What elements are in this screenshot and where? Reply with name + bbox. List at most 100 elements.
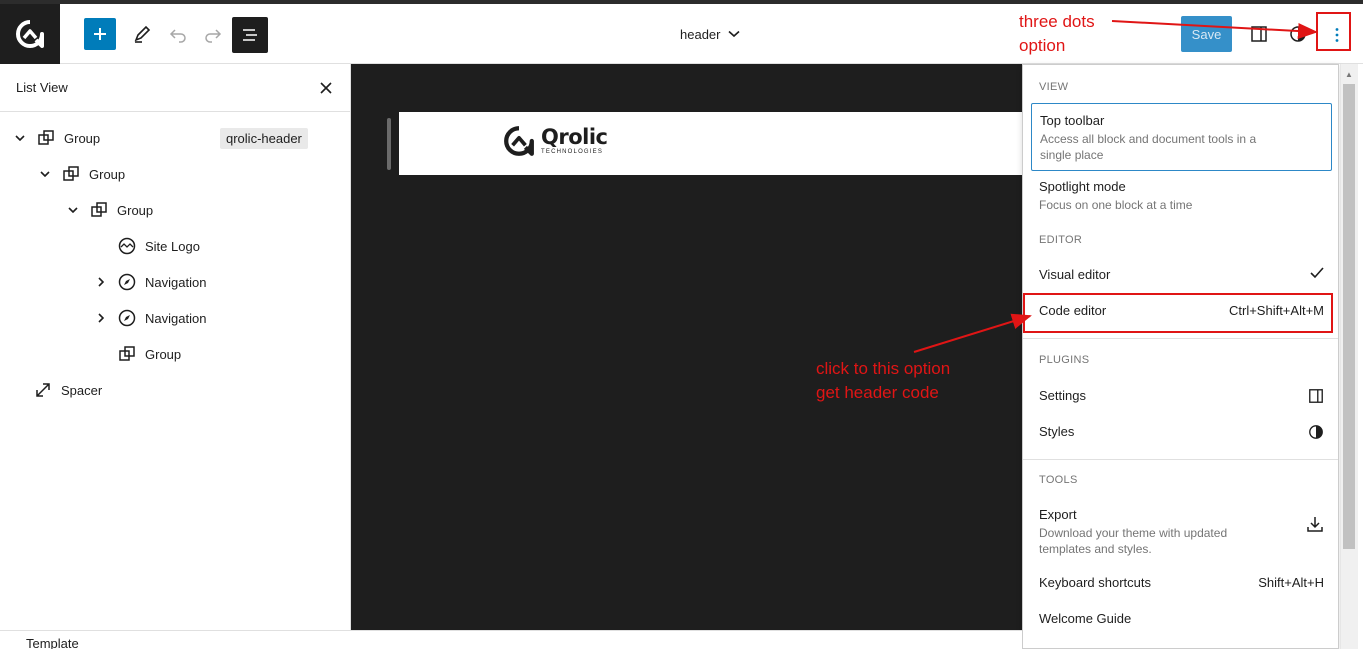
editor-canvas: Qrolic TECHNOLOGIES <box>351 64 1023 630</box>
menu-divider <box>1023 338 1338 339</box>
chevron-right-icon[interactable] <box>93 277 109 287</box>
save-button[interactable]: Save <box>1181 16 1232 52</box>
list-view-item-navigation-1[interactable]: Navigation <box>93 267 206 297</box>
undo-button[interactable] <box>162 18 194 50</box>
visual-editor-label: Visual editor <box>1039 267 1111 282</box>
spotlight-mode-option[interactable]: Spotlight mode Focus on one block at a t… <box>1031 177 1332 217</box>
styles-option[interactable]: Styles <box>1031 424 1332 444</box>
site-logo[interactable]: Qrolic TECHNOLOGIES <box>503 125 608 157</box>
keyboard-shortcuts-key: Shift+Alt+H <box>1258 575 1324 590</box>
logo-tagline: TECHNOLOGIES <box>541 149 604 155</box>
annotation-highlight-options <box>1316 12 1351 51</box>
list-view-item-label: Group <box>117 202 154 218</box>
group-block-icon <box>89 200 109 220</box>
download-icon <box>1306 515 1324 533</box>
list-view-item-group-3[interactable]: Group <box>65 195 153 225</box>
undo-icon <box>169 29 186 43</box>
annotation-click-option: click to this option get header code <box>816 357 950 405</box>
chevron-down-icon[interactable] <box>37 171 53 177</box>
list-view-item-group-1[interactable]: Group <box>12 123 100 153</box>
list-view-item-label: Site Logo <box>145 238 200 254</box>
half-circle-styles-icon <box>1290 26 1306 42</box>
top-toolbar-title: Top toolbar <box>1040 113 1105 128</box>
styles-toggle-button[interactable] <box>1282 18 1314 50</box>
keyboard-shortcuts-option[interactable]: Keyboard shortcuts Shift+Alt+H <box>1031 575 1332 595</box>
list-view-item-label: Navigation <box>145 274 207 290</box>
settings-option[interactable]: Settings <box>1031 388 1332 408</box>
view-section-label: VIEW <box>1039 81 1069 93</box>
list-view-item-navigation-2[interactable]: Navigation <box>93 303 206 333</box>
redo-icon <box>205 29 222 43</box>
keyboard-shortcuts-label: Keyboard shortcuts <box>1039 575 1152 590</box>
export-option[interactable]: Export Download your theme with updated … <box>1031 507 1332 557</box>
editor-section-label: EDITOR <box>1039 234 1083 246</box>
visual-editor-option[interactable]: Visual editor <box>1031 267 1332 287</box>
navigation-compass-icon <box>117 272 137 292</box>
sidebar-icon <box>1251 26 1267 42</box>
annotation-text: three dots <box>1019 12 1095 31</box>
check-icon <box>1310 267 1324 279</box>
welcome-guide-label: Welcome Guide <box>1039 611 1132 626</box>
spotlight-description: Focus on one block at a time <box>1039 198 1193 212</box>
tools-button[interactable] <box>126 18 158 50</box>
export-description: Download your theme with updated templat… <box>1039 526 1228 556</box>
site-logo-block-icon <box>117 236 137 256</box>
annotation-text: get header code <box>816 383 939 402</box>
options-menu-dropdown: VIEW Top toolbar Access all block and do… <box>1022 64 1339 649</box>
header-preview[interactable]: Qrolic TECHNOLOGIES <box>399 112 1023 175</box>
close-list-view-button[interactable] <box>316 78 336 98</box>
annotation-three-dots: three dots option <box>1019 10 1095 58</box>
half-circle-styles-icon <box>1308 424 1324 440</box>
resize-handle[interactable] <box>387 118 391 170</box>
tools-section-label: TOOLS <box>1039 474 1078 486</box>
group-block-icon <box>61 164 81 184</box>
block-inserter-button[interactable] <box>84 18 116 50</box>
list-view-item-label: Navigation <box>145 310 207 326</box>
list-view-item-group-2[interactable]: Group <box>37 159 125 189</box>
dropdown-scrollbar[interactable]: ▲ <box>1340 64 1358 649</box>
annotation-text: click to this option <box>816 359 951 378</box>
list-view-item-group-4[interactable]: Group <box>117 339 181 369</box>
list-view-item-label: Group <box>64 130 101 146</box>
scroll-up-arrow-icon[interactable]: ▲ <box>1345 70 1353 79</box>
list-view-item-label: Spacer <box>61 382 103 398</box>
settings-label: Settings <box>1039 388 1086 403</box>
welcome-guide-option[interactable]: Welcome Guide <box>1031 611 1332 631</box>
logo-wordmark: Qrolic <box>541 125 608 149</box>
scrollbar-thumb[interactable] <box>1343 84 1355 549</box>
pencil-icon <box>134 25 151 43</box>
list-view-item-site-logo[interactable]: Site Logo <box>117 231 200 261</box>
navigation-compass-icon <box>117 308 137 328</box>
list-view-item-spacer[interactable]: Spacer <box>33 375 102 405</box>
document-title-dropdown[interactable]: header <box>680 24 741 44</box>
redo-button[interactable] <box>197 18 229 50</box>
chevron-down-icon <box>728 30 741 38</box>
chevron-right-icon[interactable] <box>93 313 109 323</box>
plugins-section-label: PLUGINS <box>1039 354 1090 366</box>
breadcrumb[interactable]: Template <box>26 636 79 649</box>
editor-footer: Template <box>0 630 1022 649</box>
document-title: header <box>680 26 721 42</box>
top-toolbar-description: Access all block and document tools in a… <box>1040 132 1257 162</box>
top-toolbar-option[interactable]: Top toolbar Access all block and documen… <box>1031 103 1332 171</box>
styles-label: Styles <box>1039 424 1075 439</box>
group-block-icon <box>117 344 137 364</box>
qrolic-logo-icon <box>16 20 44 48</box>
list-view-item-label: Group <box>89 166 126 182</box>
site-logo-button[interactable] <box>0 4 60 64</box>
list-view-toggle-button[interactable] <box>232 17 268 53</box>
list-view-item-label: Group <box>145 346 182 362</box>
anchor-badge: qrolic-header <box>220 128 308 149</box>
chevron-down-icon[interactable] <box>12 135 28 141</box>
list-view-icon <box>243 29 257 41</box>
list-view-header: List View <box>0 64 350 112</box>
settings-toggle-button[interactable] <box>1243 18 1275 50</box>
annotation-text: option <box>1019 36 1066 55</box>
spacer-resize-icon <box>33 380 53 400</box>
chevron-down-icon[interactable] <box>65 207 81 213</box>
sidebar-icon <box>1308 388 1324 404</box>
export-title: Export <box>1039 507 1077 522</box>
list-view-title: List View <box>16 80 68 95</box>
menu-divider <box>1023 459 1338 460</box>
spotlight-title: Spotlight mode <box>1039 179 1126 194</box>
